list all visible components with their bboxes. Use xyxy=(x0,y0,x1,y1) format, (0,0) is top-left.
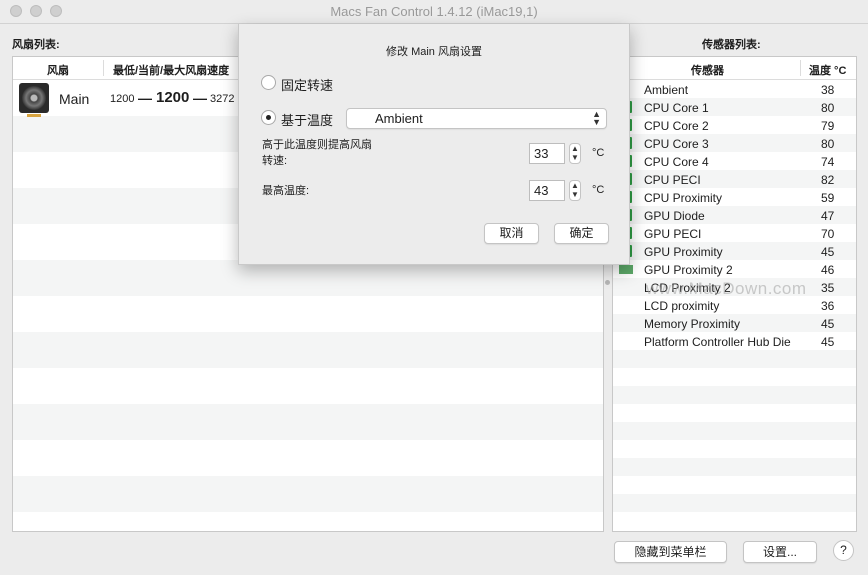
watermark-text: www.MacDown.com xyxy=(646,279,807,298)
empty-row xyxy=(613,386,856,404)
column-header-fan[interactable]: 风扇 xyxy=(47,62,69,78)
empty-row xyxy=(613,458,856,476)
sensor-row[interactable]: CPU Core 4 74 xyxy=(613,152,856,170)
temperature-based-label[interactable]: 基于温度 xyxy=(281,110,333,129)
sensor-name: CPU PECI xyxy=(644,173,701,187)
sensor-temperature: 36 xyxy=(821,299,835,313)
fixed-speed-label[interactable]: 固定转速 xyxy=(281,75,333,94)
sensor-row[interactable]: Memory Proximity 45 xyxy=(613,314,856,332)
max-temperature-label: 最高温度: xyxy=(262,185,310,197)
separator-dash: — xyxy=(193,90,207,106)
sensor-temperature: 38 xyxy=(821,83,835,97)
sensor-name: Platform Controller Hub Die xyxy=(644,335,791,349)
sensor-select-value: Ambient xyxy=(375,111,423,126)
column-separator xyxy=(800,60,801,76)
sensors-section-label: 传感器列表: xyxy=(702,39,761,51)
sensor-temperature: 35 xyxy=(821,281,835,295)
sensor-temperature: 45 xyxy=(821,317,835,331)
sensor-row[interactable]: GPU Proximity 45 xyxy=(613,242,856,260)
sensor-temperature: 80 xyxy=(821,137,835,151)
max-temperature-stepper[interactable]: ▲ ▼ xyxy=(569,180,581,201)
empty-row xyxy=(613,494,856,512)
column-header-temperature[interactable]: 温度 °C xyxy=(809,62,846,78)
sensor-list: Ambient 38 CPU Core 1 80 CPU Core 2 79 CPU Cor… xyxy=(613,80,856,530)
sensor-row[interactable]: Platform Controller Hub Die 45 xyxy=(613,332,856,350)
sensor-name: CPU Core 1 xyxy=(644,101,709,115)
sensor-name: GPU Proximity xyxy=(644,245,723,259)
sensor-temperature: 82 xyxy=(821,173,835,187)
empty-row xyxy=(613,512,856,530)
hide-to-menubar-button[interactable]: 隐藏到菜单栏 xyxy=(614,541,727,563)
sensor-name: CPU Proximity xyxy=(644,191,723,205)
sensor-row[interactable]: CPU Core 3 80 xyxy=(613,134,856,152)
sensor-row[interactable]: GPU Proximity 2 46 xyxy=(613,260,856,278)
empty-row xyxy=(613,440,856,458)
sensor-temperature: 70 xyxy=(821,227,835,241)
sensor-temperature: 45 xyxy=(821,335,835,349)
sensor-row[interactable]: GPU Diode 47 xyxy=(613,206,856,224)
fan-max-speed: 3272 xyxy=(210,93,235,105)
column-separator xyxy=(103,60,104,76)
sensor-row[interactable]: GPU PECI 70 xyxy=(613,224,856,242)
sensor-chip-icon xyxy=(619,265,633,274)
separator-dash: — xyxy=(138,90,152,106)
empty-row xyxy=(613,404,856,422)
sensor-name: CPU Core 4 xyxy=(644,155,709,169)
sensor-name: Memory Proximity xyxy=(644,317,741,331)
sensor-name: GPU Proximity 2 xyxy=(644,263,733,277)
sensor-name: CPU Core 2 xyxy=(644,119,709,133)
panel-splitter-handle[interactable] xyxy=(605,280,610,285)
sensor-row[interactable]: CPU PECI 82 xyxy=(613,170,856,188)
sensor-temperature: 74 xyxy=(821,155,835,169)
sensor-temperature: 47 xyxy=(821,209,835,223)
sensor-row[interactable]: CPU Core 1 80 xyxy=(613,98,856,116)
fans-section-label: 风扇列表: xyxy=(12,39,60,51)
fan-settings-dialog: 修改 Main 风扇设置 固定转速 基于温度 Ambient ▲ ▼ 高于此温度则… xyxy=(238,24,630,265)
sensor-row[interactable]: Ambient 38 xyxy=(613,80,856,98)
empty-row xyxy=(613,476,856,494)
empty-row xyxy=(613,422,856,440)
column-header-speed[interactable]: 最低/当前/最大风扇速度 xyxy=(113,62,229,78)
sensor-name: CPU Core 3 xyxy=(644,137,709,151)
sensor-table-header: 传感器 温度 °C xyxy=(613,57,856,80)
empty-row xyxy=(613,350,856,368)
ok-button[interactable]: 确定 xyxy=(554,223,609,244)
sensor-row[interactable]: CPU Proximity 59 xyxy=(613,188,856,206)
title-bar: Macs Fan Control 1.4.12 (iMac19,1) xyxy=(0,0,868,24)
raise-threshold-unit: °C xyxy=(592,147,605,159)
cancel-button[interactable]: 取消 xyxy=(484,223,539,244)
sensor-name: GPU Diode xyxy=(644,209,705,223)
help-button[interactable]: ? xyxy=(833,540,854,561)
sensor-temperature: 46 xyxy=(821,263,835,277)
window-title: Macs Fan Control 1.4.12 (iMac19,1) xyxy=(330,4,538,19)
fixed-speed-radio[interactable] xyxy=(261,75,276,90)
max-temperature-input[interactable]: 43 xyxy=(529,180,565,201)
sensor-name: GPU PECI xyxy=(644,227,702,241)
sensor-temperature: 59 xyxy=(821,191,835,205)
sensor-select[interactable]: Ambient ▲ ▼ xyxy=(346,108,607,129)
column-header-sensor[interactable]: 传感器 xyxy=(691,62,724,78)
max-temperature-unit: °C xyxy=(592,184,605,196)
fan-min-speed: 1200 xyxy=(110,93,135,105)
sensor-temperature: 45 xyxy=(821,245,835,259)
temperature-based-radio[interactable] xyxy=(261,110,276,125)
sensor-name: Ambient xyxy=(644,83,689,97)
settings-button[interactable]: 设置... xyxy=(743,541,817,563)
raise-threshold-input[interactable]: 33 xyxy=(529,143,565,164)
fan-current-speed: 1200 xyxy=(156,89,190,106)
empty-row xyxy=(613,368,856,386)
sensor-name: LCD proximity xyxy=(644,299,720,313)
fan-icon xyxy=(19,83,49,117)
fan-name: Main xyxy=(59,91,90,107)
sensor-row[interactable]: CPU Core 2 79 xyxy=(613,116,856,134)
sensor-temperature: 79 xyxy=(821,119,835,133)
dialog-title: 修改 Main 风扇设置 xyxy=(386,46,482,58)
sensor-temperature: 80 xyxy=(821,101,835,115)
updown-chevron-icon: ▲ ▼ xyxy=(592,109,601,127)
raise-threshold-stepper[interactable]: ▲ ▼ xyxy=(569,143,581,164)
raise-threshold-label: 高于此温度则提高风扇 转速: xyxy=(262,139,372,167)
